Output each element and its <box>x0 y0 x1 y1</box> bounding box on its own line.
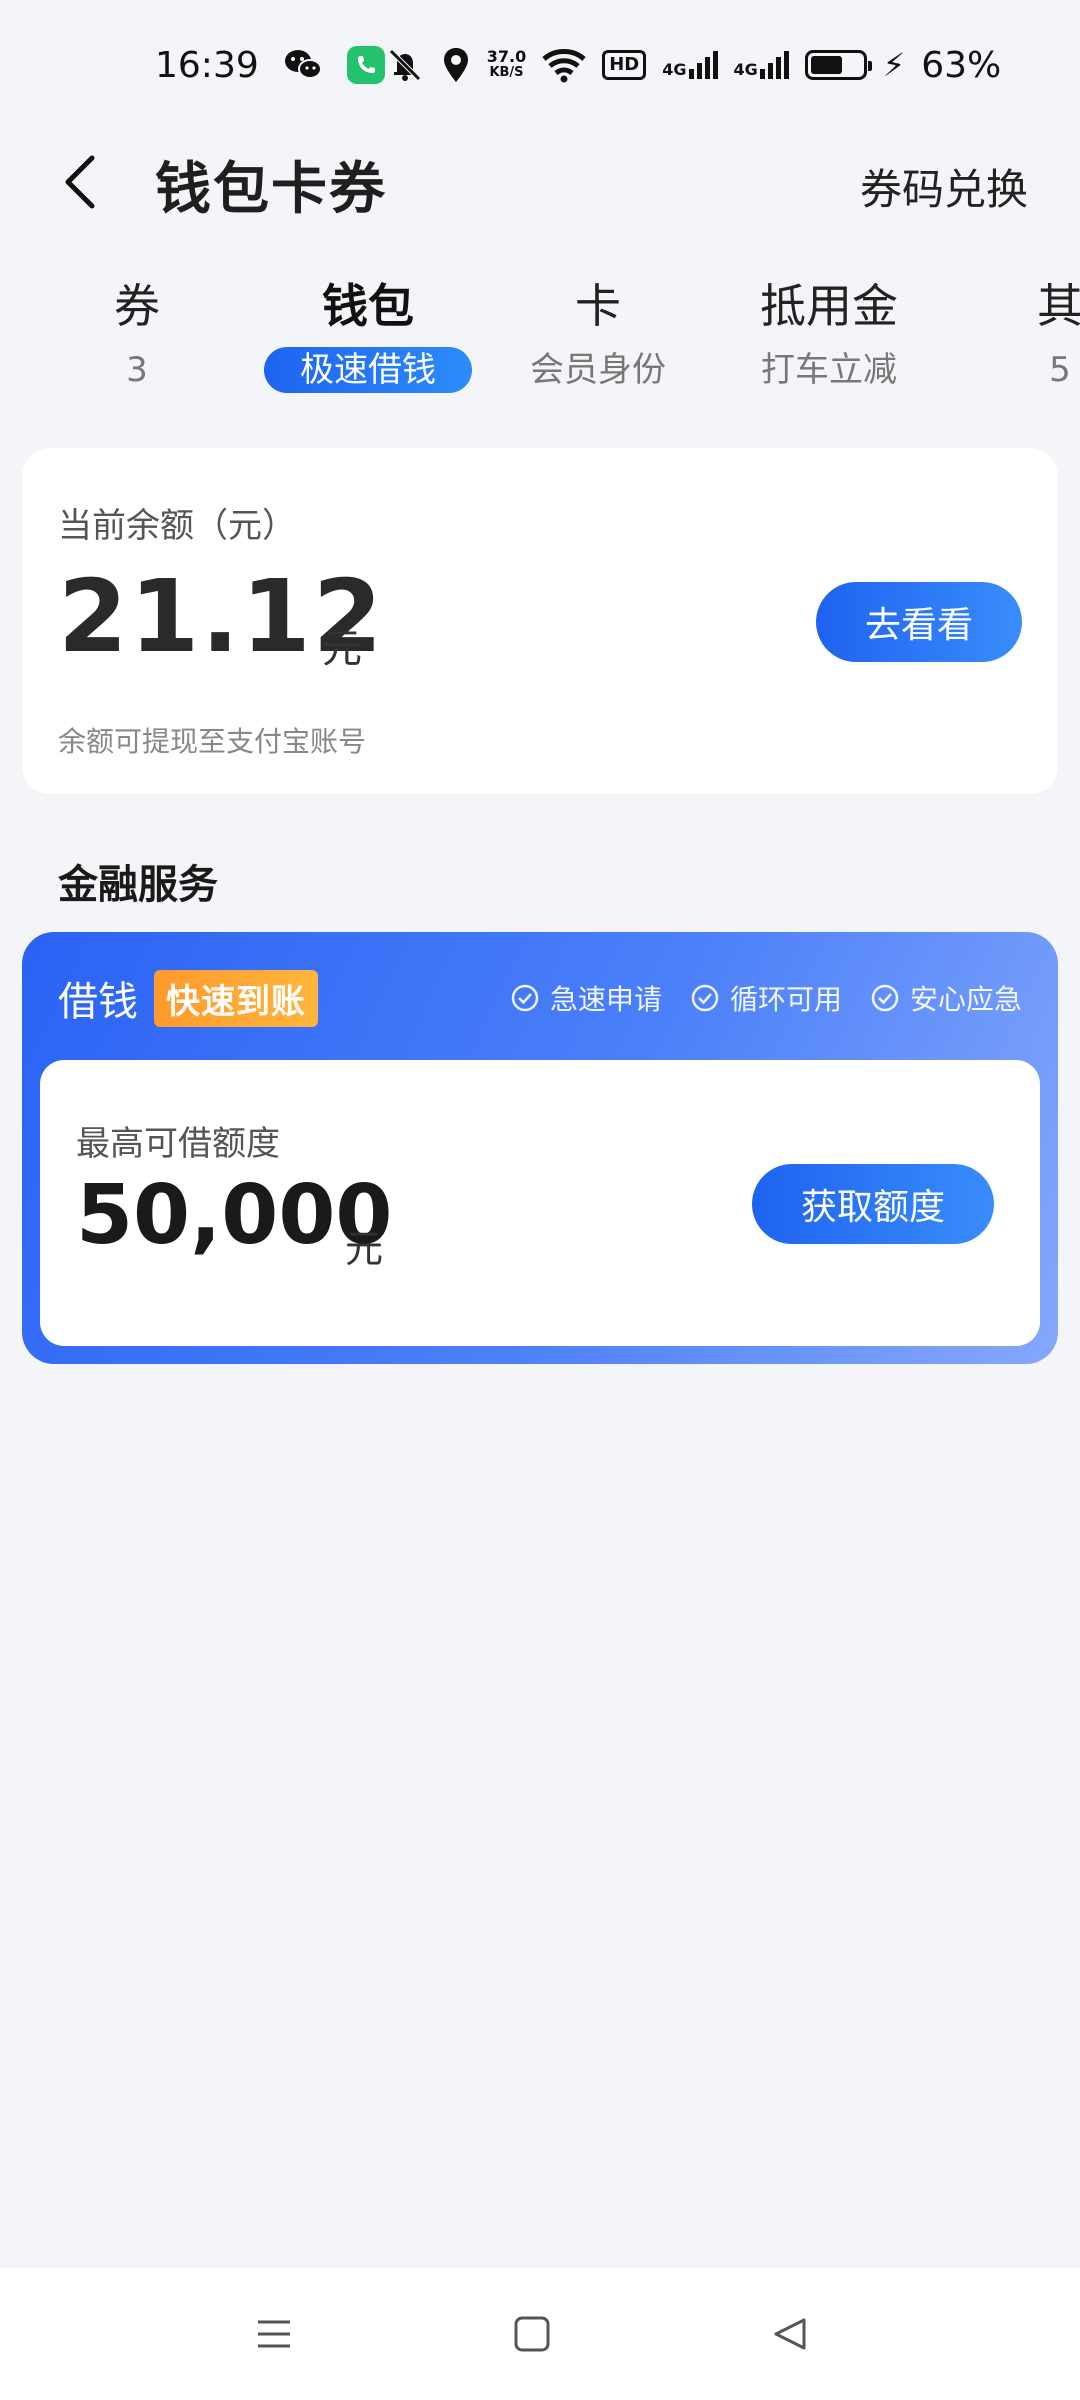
battery-percent: 63% <box>921 44 1002 86</box>
menu-icon <box>258 2320 290 2348</box>
back-triangle-icon <box>774 2318 806 2350</box>
credit-panel: 最高可借额度 50,000 元 获取额度 <box>40 1060 1040 1346</box>
feature-item: 循环可用 <box>690 978 842 1018</box>
section-title: 金融服务 <box>58 862 218 908</box>
signal-icon: 4G <box>662 51 718 79</box>
balance-label: 当前余额（元） <box>58 506 296 546</box>
wallet-page: 16:39 37.0 KB/S HD 4G 4G ⚡ 63% 钱包卡券 券码兑换… <box>0 0 1080 2400</box>
page-title: 钱包卡券 <box>155 157 387 222</box>
loan-card-header: 借钱 快速到账 急速申请 循环可用 安心应急 <box>58 968 1022 1028</box>
charging-icon: ⚡ <box>882 46 906 84</box>
system-nav-bar <box>0 2268 1080 2400</box>
home-button[interactable] <box>508 2310 556 2358</box>
tab-cards[interactable]: 卡 会员身份 <box>483 275 713 393</box>
wifi-icon <box>542 45 586 85</box>
battery-icon <box>804 50 872 80</box>
tab-subtitle: 5 <box>1049 350 1071 390</box>
signal-icon-2: 4G <box>734 51 789 79</box>
hd-badge: HD <box>602 50 647 80</box>
category-tabs: 券 3 钱包 极速借钱 卡 会员身份 抵用金 打车立减 其 5 <box>0 275 1080 405</box>
tab-title: 卡 <box>575 279 621 333</box>
header: 钱包卡券 券码兑换 <box>0 130 1080 230</box>
credit-label: 最高可借额度 <box>76 1124 280 1164</box>
view-button[interactable]: 去看看 <box>816 582 1022 662</box>
balance-note: 余额可提现至支付宝账号 <box>58 725 367 758</box>
tab-subtitle: 3 <box>126 350 148 390</box>
mute-icon <box>385 45 425 85</box>
tab-subtitle: 会员身份 <box>530 350 666 390</box>
check-circle-icon <box>691 984 719 1012</box>
location-icon <box>441 45 471 85</box>
redeem-code-link[interactable]: 券码兑换 <box>860 156 1028 217</box>
check-circle-icon <box>871 984 899 1012</box>
tab-title: 抵用金 <box>760 279 898 333</box>
credit-unit: 元 <box>345 1227 384 1271</box>
wechat-icon <box>283 48 323 82</box>
status-time: 16:39 <box>155 44 259 86</box>
feature-item: 安心应急 <box>870 978 1022 1018</box>
loan-card[interactable]: 借钱 快速到账 急速申请 循环可用 安心应急 最高可借额度 50,000 元 获… <box>22 932 1058 1364</box>
loan-title: 借钱 <box>58 979 138 1025</box>
feature-item: 急速申请 <box>510 978 662 1018</box>
fast-arrival-badge: 快速到账 <box>154 969 318 1027</box>
tab-title: 其 <box>1037 279 1080 333</box>
tab-title: 钱包 <box>322 279 414 333</box>
tab-vouchers[interactable]: 抵用金 打车立减 <box>714 275 944 393</box>
balance-unit: 元 <box>322 626 362 672</box>
back-arrow-icon <box>65 155 95 209</box>
tab-wallet[interactable]: 钱包 极速借钱 <box>253 275 483 393</box>
status-bar: 16:39 37.0 KB/S HD 4G 4G ⚡ 63% <box>0 0 1080 130</box>
network-speed: 37.0 KB/S <box>486 47 527 81</box>
phone-icon <box>346 46 385 84</box>
check-circle-icon <box>511 984 539 1012</box>
tab-coupons[interactable]: 券 3 <box>22 275 252 393</box>
loan-features: 急速申请 循环可用 安心应急 <box>510 978 1022 1018</box>
back-button[interactable] <box>50 152 110 212</box>
back-nav-button[interactable] <box>766 2310 814 2358</box>
tab-subtitle: 打车立减 <box>761 350 897 390</box>
tab-subtitle: 极速借钱 <box>264 347 472 393</box>
tab-others[interactable]: 其 5 <box>945 275 1080 393</box>
tab-title: 券 <box>114 279 160 333</box>
menu-button[interactable] <box>250 2310 298 2358</box>
balance-card: 当前余额（元） 21.12 元 去看看 余额可提现至支付宝账号 <box>22 448 1058 794</box>
home-square-icon <box>514 2316 550 2352</box>
get-credit-button[interactable]: 获取额度 <box>752 1164 994 1244</box>
